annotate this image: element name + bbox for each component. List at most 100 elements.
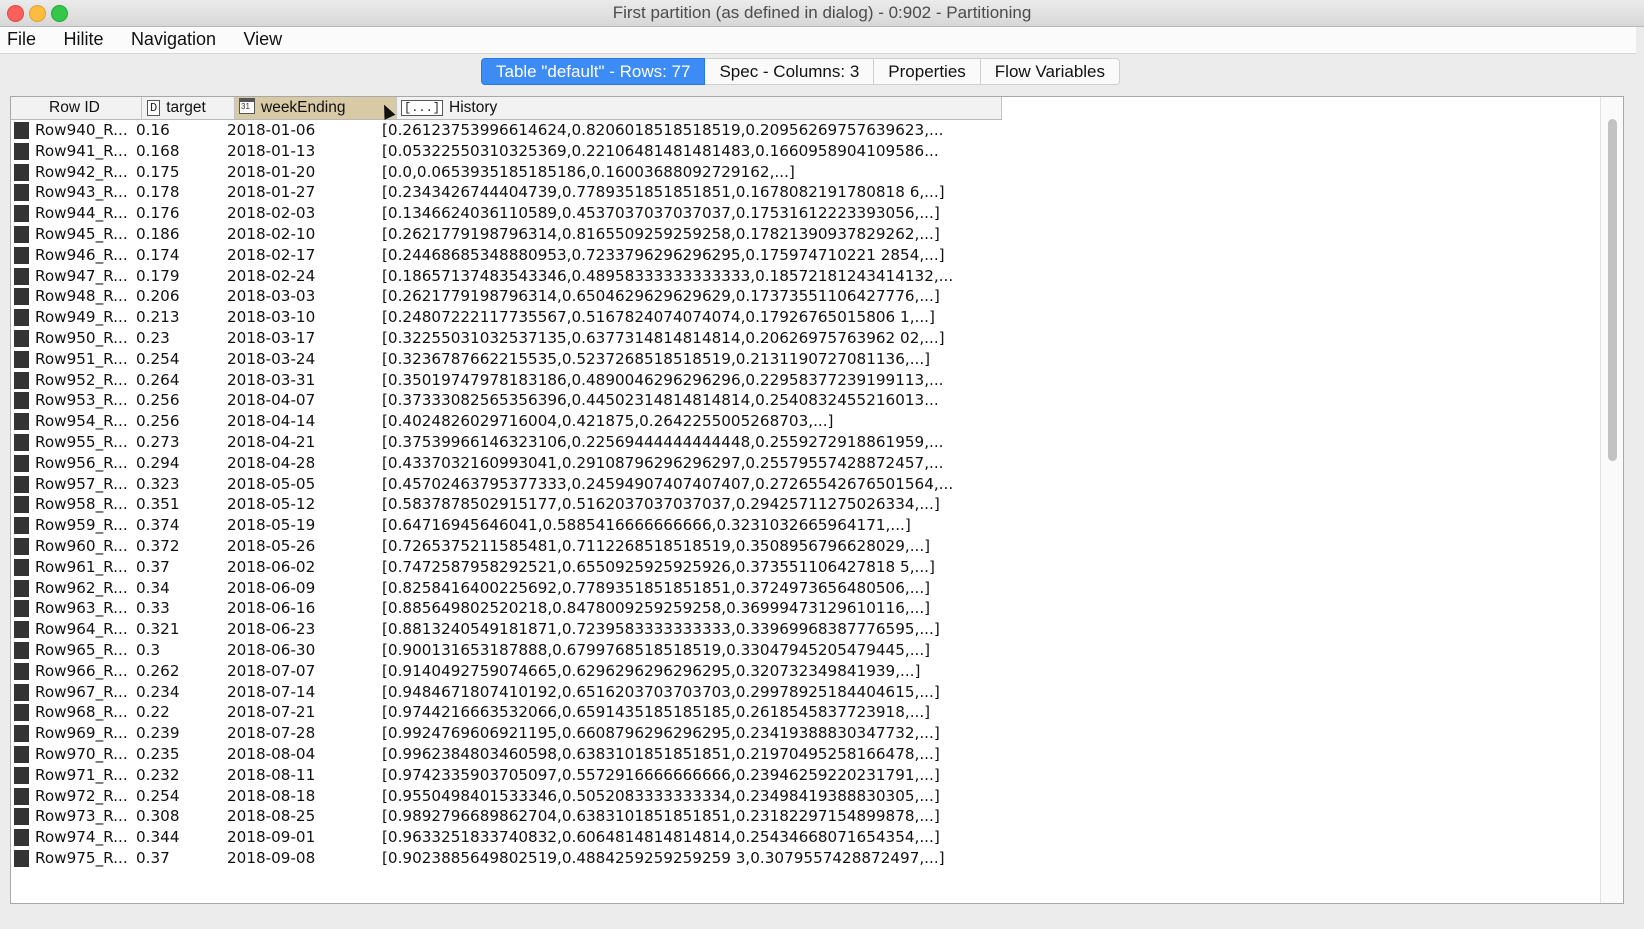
cell-target[interactable]: 0.239 — [136, 724, 228, 743]
column-header-weekending[interactable]: weekEnding — [235, 97, 397, 119]
table-row[interactable]: Row956_R... 0.294 2018-04-28 [0.43370321609… — [11, 453, 1623, 474]
tab-flow-variables[interactable]: Flow Variables — [980, 58, 1121, 85]
table-row[interactable]: Row961_R... 0.37 2018-06-02 [0.747258795829… — [11, 557, 1623, 578]
cell-target[interactable]: 0.256 — [136, 391, 228, 410]
cell-weekending[interactable]: 2018-07-28 — [227, 724, 377, 743]
cell-rowid[interactable]: Row974_R... — [35, 828, 140, 847]
cell-weekending[interactable]: 2018-06-23 — [227, 620, 377, 639]
cell-history[interactable]: [0.37539966146323106,0.22569444444444448… — [382, 433, 982, 452]
cell-rowid[interactable]: Row953_R... — [35, 391, 140, 410]
cell-rowid[interactable]: Row971_R... — [35, 766, 140, 785]
table-row[interactable]: Row945_R... 0.186 2018-02-10 [0.26217791987… — [11, 224, 1623, 245]
table-row[interactable]: Row969_R... 0.239 2018-07-28 [0.99247696069… — [11, 723, 1623, 744]
cell-rowid[interactable]: Row960_R... — [35, 537, 140, 556]
cell-target[interactable]: 0.232 — [136, 766, 228, 785]
cell-rowid[interactable]: Row949_R... — [35, 308, 140, 327]
table-row[interactable]: Row962_R... 0.34 2018-06-09 [0.825841640022… — [11, 578, 1623, 599]
table-row[interactable]: Row955_R... 0.273 2018-04-21 [0.37539966146… — [11, 432, 1623, 453]
cell-weekending[interactable]: 2018-04-28 — [227, 454, 377, 473]
cell-rowid[interactable]: Row963_R... — [35, 599, 140, 618]
cell-weekending[interactable]: 2018-02-17 — [227, 246, 377, 265]
scrollbar-thumb[interactable] — [1608, 119, 1617, 461]
cell-history[interactable]: [0.2621779198796314,0.8165509259259258,0… — [382, 225, 982, 244]
cell-weekending[interactable]: 2018-05-19 — [227, 516, 377, 535]
cell-target[interactable]: 0.321 — [136, 620, 228, 639]
cell-history[interactable]: [0.9140492759074665,0.6296296296296295,0… — [382, 662, 982, 681]
cell-history[interactable]: [0.9962384803460598,0.6383101851851851,0… — [382, 745, 982, 764]
cell-history[interactable]: [0.2621779198796314,0.6504629629629629,0… — [382, 287, 982, 306]
cell-target[interactable]: 0.323 — [136, 475, 228, 494]
cell-weekending[interactable]: 2018-04-07 — [227, 391, 377, 410]
cell-weekending[interactable]: 2018-09-08 — [227, 849, 377, 868]
table-row[interactable]: Row958_R... 0.351 2018-05-12 [0.58378785029… — [11, 494, 1623, 515]
cell-weekending[interactable]: 2018-03-03 — [227, 287, 377, 306]
cell-rowid[interactable]: Row941_R... — [35, 142, 140, 161]
table-row[interactable]: Row960_R... 0.372 2018-05-26 [0.72653752115… — [11, 536, 1623, 557]
cell-weekending[interactable]: 2018-03-17 — [227, 329, 377, 348]
table-row[interactable]: Row972_R... 0.254 2018-08-18 [0.95504984015… — [11, 786, 1623, 807]
cell-target[interactable]: 0.175 — [136, 163, 228, 182]
cell-history[interactable]: [0.885649802520218,0.8478009259259258,0.… — [382, 599, 982, 618]
table-row[interactable]: Row965_R... 0.3 2018-06-30 [0.9001316531878… — [11, 640, 1623, 661]
menu-hilite[interactable]: Hilite — [56, 27, 115, 50]
table-row[interactable]: Row954_R... 0.256 2018-04-14 [0.40248260297… — [11, 411, 1623, 432]
cell-weekending[interactable]: 2018-06-09 — [227, 579, 377, 598]
cell-weekending[interactable]: 2018-06-30 — [227, 641, 377, 660]
cell-rowid[interactable]: Row969_R... — [35, 724, 140, 743]
cell-target[interactable]: 0.213 — [136, 308, 228, 327]
table-row[interactable]: Row966_R... 0.262 2018-07-07 [0.91404927590… — [11, 661, 1623, 682]
cell-history[interactable]: [0.1346624036110589,0.4537037037037037,0… — [382, 204, 982, 223]
cell-target[interactable]: 0.34 — [136, 579, 228, 598]
table-row[interactable]: Row968_R... 0.22 2018-07-21 [0.974421666353… — [11, 702, 1623, 723]
table-row[interactable]: Row940_R... 0.16 2018-01-06 [0.261237539966… — [11, 120, 1623, 141]
cell-rowid[interactable]: Row967_R... — [35, 683, 140, 702]
cell-target[interactable]: 0.234 — [136, 683, 228, 702]
cell-weekending[interactable]: 2018-03-31 — [227, 371, 377, 390]
cell-target[interactable]: 0.372 — [136, 537, 228, 556]
cell-target[interactable]: 0.294 — [136, 454, 228, 473]
cell-target[interactable]: 0.256 — [136, 412, 228, 431]
cell-history[interactable]: [0.0,0.0653935185185186,0.16003688092729… — [382, 163, 982, 182]
cell-rowid[interactable]: Row946_R... — [35, 246, 140, 265]
cell-target[interactable]: 0.3 — [136, 641, 228, 660]
cell-weekending[interactable]: 2018-08-11 — [227, 766, 377, 785]
cell-target[interactable]: 0.264 — [136, 371, 228, 390]
cell-rowid[interactable]: Row957_R... — [35, 475, 140, 494]
cell-target[interactable]: 0.22 — [136, 703, 228, 722]
cell-weekending[interactable]: 2018-07-14 — [227, 683, 377, 702]
table-row[interactable]: Row950_R... 0.23 2018-03-17 [0.322550310325… — [11, 328, 1623, 349]
cell-weekending[interactable]: 2018-07-07 — [227, 662, 377, 681]
cell-target[interactable]: 0.374 — [136, 516, 228, 535]
cell-history[interactable]: [0.8258416400225692,0.7789351851851851,0… — [382, 579, 982, 598]
cell-history[interactable]: [0.8813240549181871,0.7239583333333333,0… — [382, 620, 982, 639]
cell-rowid[interactable]: Row952_R... — [35, 371, 140, 390]
cell-rowid[interactable]: Row958_R... — [35, 495, 140, 514]
cell-history[interactable]: [0.18657137483543346,0.48958333333333333… — [382, 267, 982, 286]
cell-history[interactable]: [0.7472587958292521,0.6550925925925926,0… — [382, 558, 982, 577]
cell-history[interactable]: [0.9924769606921195,0.6608796296296295,0… — [382, 724, 982, 743]
cell-rowid[interactable]: Row942_R... — [35, 163, 140, 182]
cell-target[interactable]: 0.176 — [136, 204, 228, 223]
table-row[interactable]: Row970_R... 0.235 2018-08-04 [0.99623848034… — [11, 744, 1623, 765]
cell-history[interactable]: [0.24807222117735567,0.5167824074074074,… — [382, 308, 982, 327]
cell-history[interactable]: [0.35019747978183186,0.4890046296296296,… — [382, 371, 982, 390]
table-row[interactable]: Row971_R... 0.232 2018-08-11 [0.97423359037… — [11, 765, 1623, 786]
cell-rowid[interactable]: Row954_R... — [35, 412, 140, 431]
cell-history[interactable]: [0.9550498401533346,0.5052083333333334,0… — [382, 787, 982, 806]
table-row[interactable]: Row946_R... 0.174 2018-02-17 [0.24468685348… — [11, 245, 1623, 266]
column-header-history[interactable]: [...] History — [397, 97, 1002, 119]
cell-history[interactable]: [0.26123753996614624,0.8206018518518519,… — [382, 121, 982, 140]
menu-navigation[interactable]: Navigation — [124, 27, 228, 50]
table-row[interactable]: Row967_R... 0.234 2018-07-14 [0.94846718074… — [11, 682, 1623, 703]
cell-target[interactable]: 0.308 — [136, 807, 228, 826]
cell-history[interactable]: [0.9744216663532066,0.6591435185185185,0… — [382, 703, 982, 722]
cell-rowid[interactable]: Row965_R... — [35, 641, 140, 660]
cell-history[interactable]: [0.24468685348880953,0.7233796296296295,… — [382, 246, 982, 265]
cell-weekending[interactable]: 2018-07-21 — [227, 703, 377, 722]
cell-history[interactable]: [0.3236787662215535,0.5237268518518519,0… — [382, 350, 982, 369]
cell-target[interactable]: 0.254 — [136, 350, 228, 369]
cell-weekending[interactable]: 2018-04-14 — [227, 412, 377, 431]
cell-rowid[interactable]: Row970_R... — [35, 745, 140, 764]
cell-target[interactable]: 0.16 — [136, 121, 228, 140]
cell-target[interactable]: 0.344 — [136, 828, 228, 847]
